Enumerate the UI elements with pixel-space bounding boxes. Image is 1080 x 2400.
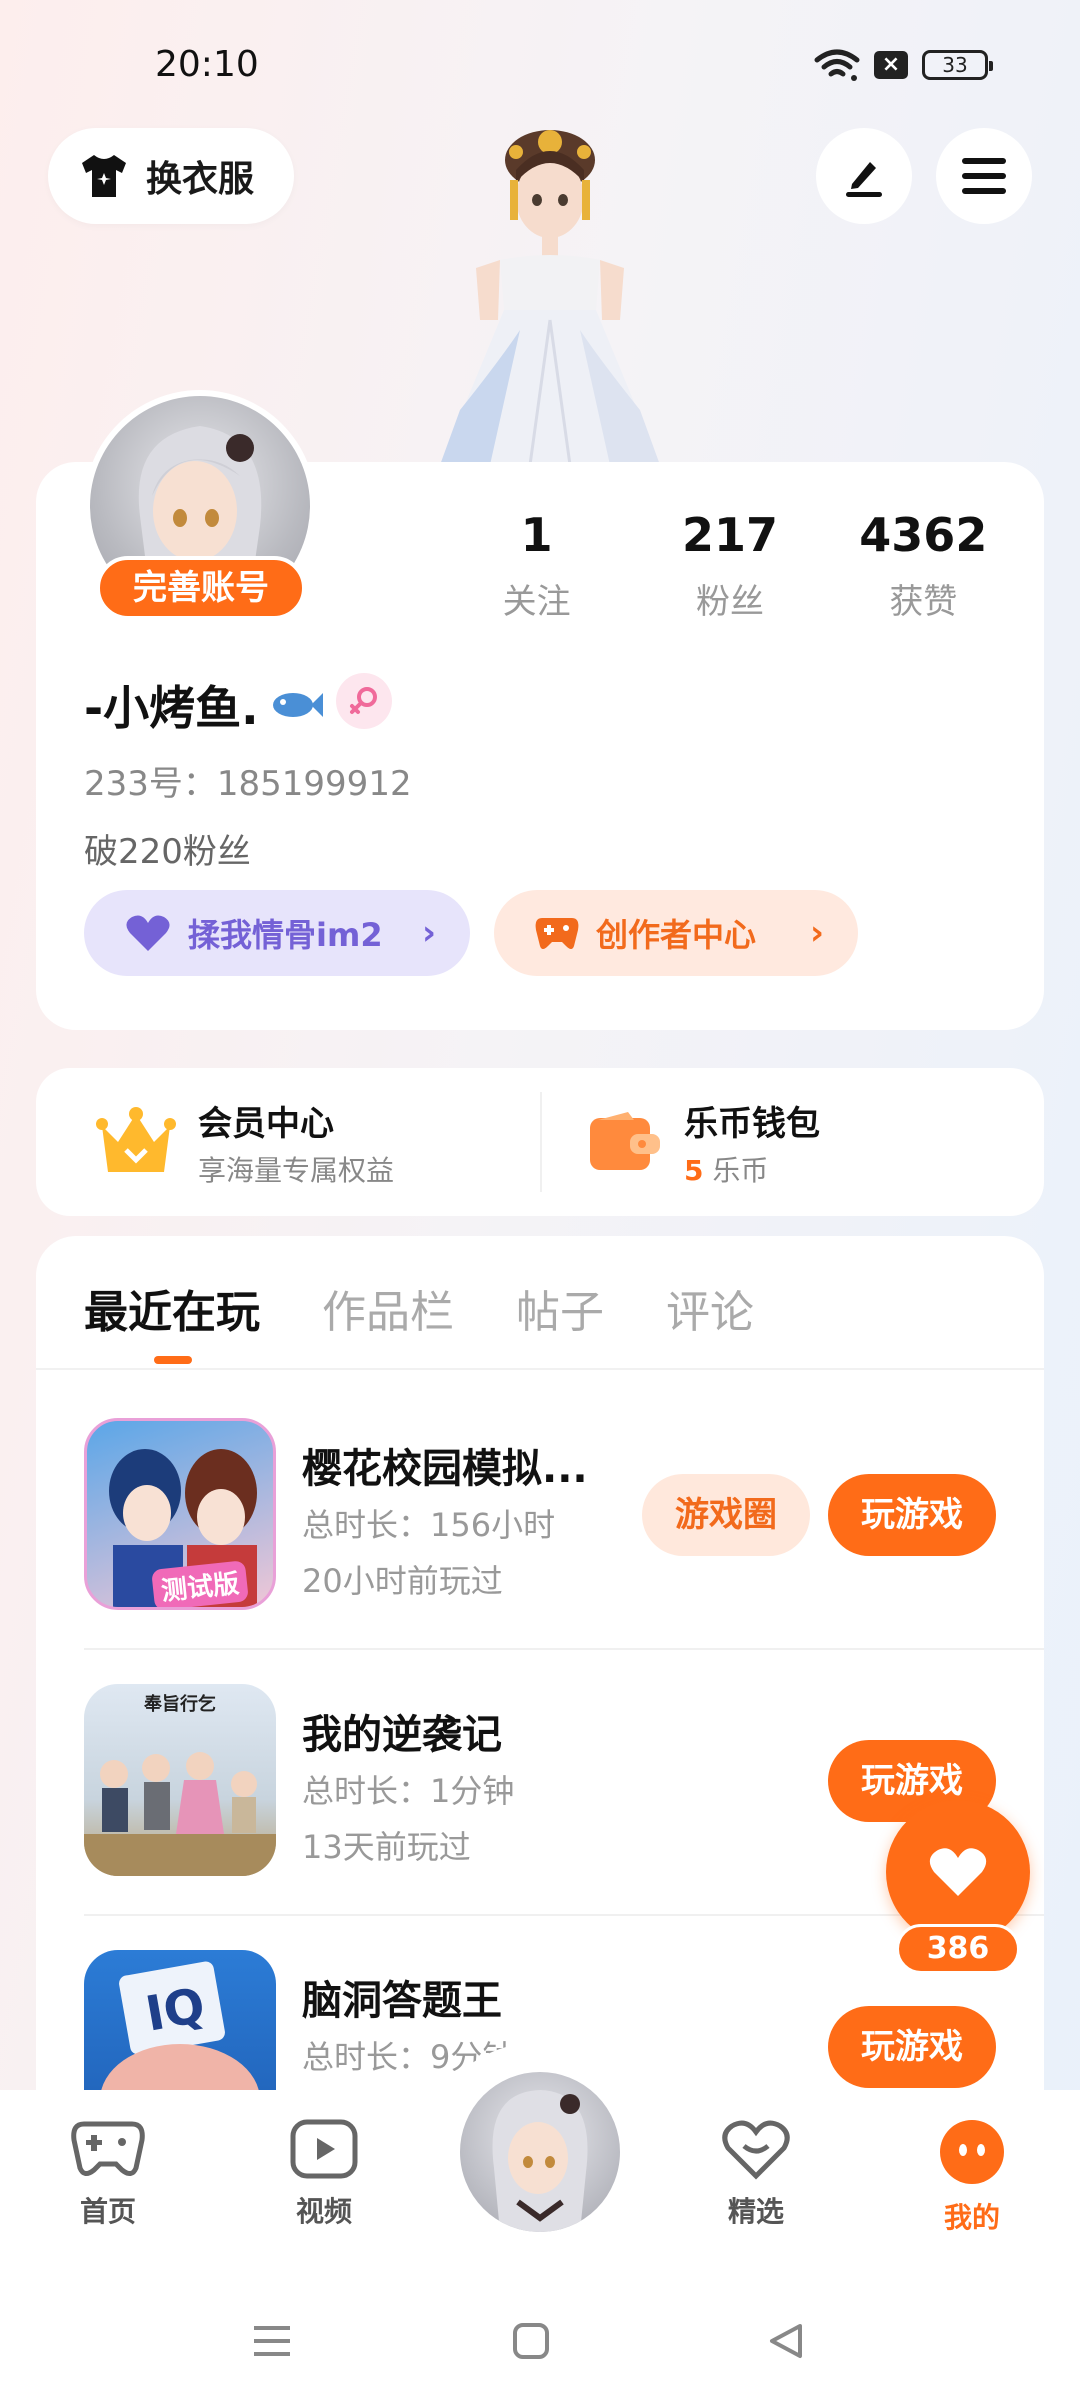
play-game-button[interactable]: 玩游戏 xyxy=(828,1474,996,1556)
stat-following[interactable]: 1 关注 xyxy=(440,508,633,623)
play-game-button[interactable]: 玩游戏 xyxy=(828,2006,996,2088)
member-center[interactable]: 会员中心 享海量专属权益 xyxy=(96,1068,394,1216)
chevron-right-icon: › xyxy=(809,913,824,953)
creator-center-button[interactable]: 创作者中心 › xyxy=(494,890,858,976)
heart-icon xyxy=(126,915,170,951)
chevron-right-icon: › xyxy=(421,913,436,953)
game-icon[interactable]: 测试版 xyxy=(84,1418,276,1610)
avatar-figure[interactable] xyxy=(400,120,690,465)
wallet-unit: 乐币 xyxy=(712,1153,769,1187)
profile-tabs: 最近在玩 作品栏 帖子 评论 xyxy=(84,1276,754,1340)
complete-account-badge[interactable]: 完善账号 xyxy=(96,556,306,620)
gamepad-icon xyxy=(71,2121,145,2176)
hamburger-icon xyxy=(962,158,1006,194)
wallet-amount: 5 xyxy=(684,1153,704,1187)
game-duration: 总时长：1分钟 xyxy=(302,1772,515,1810)
battery-level: 33 xyxy=(942,53,968,77)
game-icon[interactable]: 奉旨行乞 xyxy=(84,1684,276,1876)
user-signature: 破220粉丝 xyxy=(84,832,251,872)
floating-like-button[interactable] xyxy=(886,1800,1030,1944)
nav-item-video[interactable]: 视频 xyxy=(264,2118,384,2230)
nav-item-mine[interactable]: 我的 xyxy=(912,2118,1032,2236)
game-last-played: 13天前玩过 xyxy=(302,1828,471,1866)
battery-icon: 33 xyxy=(922,50,993,80)
game-circle-button[interactable]: 游戏圈 xyxy=(642,1474,810,1556)
game-icon-badge: IQ xyxy=(141,1977,210,2043)
tab-divider xyxy=(36,1368,1044,1370)
status-icons: × 33 xyxy=(814,48,993,82)
crown-icon xyxy=(96,1107,176,1172)
stat-following-label: 关注 xyxy=(502,582,571,622)
member-center-subtitle: 享海量专属权益 xyxy=(198,1153,395,1187)
game-name: 樱花校园模拟... xyxy=(302,1446,588,1492)
game-last-played: 20小时前玩过 xyxy=(302,1562,503,1600)
floating-like-count: 386 xyxy=(896,1924,1020,1974)
heart-icon xyxy=(929,1848,987,1896)
game-row[interactable]: 测试版 樱花校园模拟... 总时长：156小时 20小时前玩过 游戏圈 玩游戏 xyxy=(84,1418,1044,1610)
tab-active-indicator xyxy=(154,1356,192,1364)
video-icon xyxy=(290,2119,358,2179)
game-icon-badge: 奉旨行乞 xyxy=(144,1694,216,1715)
tab-recently-played[interactable]: 最近在玩 xyxy=(84,1276,260,1340)
avatar-portrait xyxy=(492,2090,588,2232)
edit-button[interactable] xyxy=(816,128,912,224)
change-clothes-button[interactable]: 换衣服 xyxy=(48,128,294,224)
stat-fans[interactable]: 217 粉丝 xyxy=(633,508,826,623)
row-divider xyxy=(84,1648,1044,1650)
game-icon-badge: 测试版 xyxy=(151,1560,249,1607)
nav-label-featured: 精选 xyxy=(727,2195,784,2228)
gamepad-icon xyxy=(535,918,579,949)
stat-following-count: 1 xyxy=(520,508,553,562)
wallet-balance: 5 乐币 xyxy=(684,1149,820,1189)
female-icon xyxy=(336,673,392,729)
coin-wallet[interactable]: 乐币钱包 5 乐币 xyxy=(588,1068,820,1216)
wifi-icon xyxy=(814,49,860,81)
nav-label-home: 首页 xyxy=(79,2195,136,2228)
heart-outline-icon xyxy=(722,2120,790,2180)
username: -小烤鱼. xyxy=(84,672,325,738)
shirt-icon xyxy=(82,155,126,197)
nav-label-mine: 我的 xyxy=(943,2201,1000,2234)
relationship-pill[interactable]: 揉我情骨im2 › xyxy=(84,890,470,976)
stat-fans-count: 217 xyxy=(681,508,778,562)
profile-face-icon xyxy=(940,2120,1004,2184)
status-time: 20:10 xyxy=(155,44,259,85)
no-sim-icon: × xyxy=(874,51,908,79)
wallet-title: 乐币钱包 xyxy=(684,1103,820,1144)
pen-icon xyxy=(846,162,882,197)
tab-works[interactable]: 作品栏 xyxy=(322,1276,454,1340)
stats-row: 1 关注 217 粉丝 4362 获赞 xyxy=(440,508,1020,623)
nav-item-home[interactable]: 首页 xyxy=(48,2118,168,2230)
nav-center-avatar[interactable] xyxy=(456,2068,624,2236)
user-id: 233号：185199912 xyxy=(84,764,412,804)
stat-fans-label: 粉丝 xyxy=(695,582,764,622)
member-center-title: 会员中心 xyxy=(198,1103,334,1144)
home-square-icon[interactable] xyxy=(512,2322,550,2360)
stat-likes[interactable]: 4362 获赞 xyxy=(827,508,1020,623)
game-name: 脑洞答题王 xyxy=(302,1978,502,2024)
stat-likes-label: 获赞 xyxy=(889,582,958,622)
change-clothes-label: 换衣服 xyxy=(146,159,255,200)
game-name: 我的逆袭记 xyxy=(302,1712,502,1758)
back-icon[interactable] xyxy=(766,2322,804,2360)
system-nav-bar xyxy=(0,2280,1080,2400)
fish-icon xyxy=(272,693,323,717)
tab-posts[interactable]: 帖子 xyxy=(516,1276,604,1340)
username-text: -小烤鱼. xyxy=(84,681,259,735)
stat-likes-count: 4362 xyxy=(859,508,988,562)
vip-wallet-card: 会员中心 享海量专属权益 乐币钱包 5 乐币 xyxy=(36,1068,1044,1216)
creator-center-label: 创作者中心 xyxy=(596,916,757,954)
relationship-label: 揉我情骨im2 xyxy=(188,916,383,954)
nav-item-featured[interactable]: 精选 xyxy=(696,2118,816,2230)
nav-label-video: 视频 xyxy=(295,2195,352,2228)
game-duration: 总时长：156小时 xyxy=(302,1506,556,1544)
vip-divider xyxy=(540,1092,542,1192)
tab-comments[interactable]: 评论 xyxy=(666,1276,754,1340)
recent-apps-icon[interactable] xyxy=(252,2324,292,2358)
menu-button[interactable] xyxy=(936,128,1032,224)
wallet-icon xyxy=(590,1112,660,1170)
